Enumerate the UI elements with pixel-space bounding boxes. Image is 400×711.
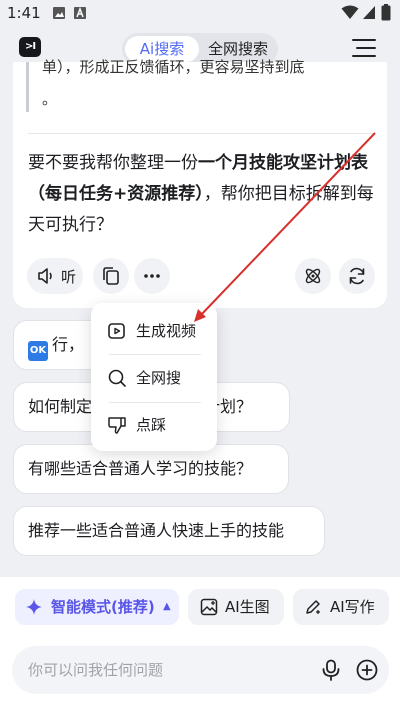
thumb-down-icon [108, 417, 126, 434]
caret-up-icon: ▲ [163, 601, 171, 612]
battery-icon [381, 4, 391, 21]
atom-button[interactable] [295, 258, 331, 294]
ai-message: 要不要我帮你整理一份一个月技能攻坚计划表（每日任务+资源推荐），帮你把目标拆解到… [28, 148, 378, 241]
menu-item-label: 点踩 [136, 416, 167, 434]
copy-icon [103, 267, 119, 285]
a-letter-icon [73, 6, 87, 20]
image-gen-icon [200, 598, 218, 616]
quote-bar [26, 62, 29, 112]
regenerate-button[interactable] [339, 258, 375, 294]
listen-label: 听 [61, 268, 77, 286]
wifi-icon [341, 5, 359, 20]
menu-icon[interactable] [352, 38, 376, 58]
menu-item-web-search[interactable]: 全网搜 [91, 358, 217, 398]
more-button[interactable] [134, 258, 170, 294]
status-time: 1:41 [7, 4, 41, 22]
listen-button[interactable]: 听 [27, 258, 83, 294]
smart-mode-button[interactable]: 智能模式(推荐) ▲ [15, 589, 179, 625]
video-play-icon [108, 323, 125, 339]
speaker-icon [37, 267, 57, 285]
app-logo[interactable]: >I [19, 37, 41, 57]
pen-icon [306, 600, 320, 614]
quote-text-end: 。 [42, 90, 58, 108]
image-icon [52, 6, 66, 20]
menu-divider [109, 354, 201, 355]
add-circle-icon[interactable] [356, 659, 378, 681]
more-icon [144, 274, 160, 278]
copy-button[interactable] [93, 258, 129, 294]
menu-item-dislike[interactable]: 点踩 [91, 405, 217, 445]
quote-text-line: 单），形成正反馈循环，更容易坚持到底 [42, 58, 305, 76]
suggestion-chip[interactable]: 有哪些适合普通人学习的技能？ [13, 444, 289, 494]
ai-image-label: AI生图 [225, 598, 270, 616]
signal-icon [362, 5, 376, 20]
more-actions-popup: 生成视频 全网搜 点踩 [91, 303, 217, 451]
mic-icon[interactable] [320, 659, 342, 681]
message-text-1: 要不要我帮你整理一份 [28, 153, 198, 173]
search-icon [108, 369, 126, 387]
ai-image-button[interactable]: AI生图 [188, 589, 284, 625]
menu-item-generate-video[interactable]: 生成视频 [91, 311, 217, 351]
suggestion-chip[interactable]: 推荐一些适合普通人快速上手的技能 [13, 506, 325, 556]
refresh-icon [349, 267, 365, 285]
menu-item-label: 生成视频 [136, 322, 197, 340]
sparkle-icon [26, 599, 42, 615]
menu-item-label: 全网搜 [136, 369, 182, 387]
status-bar: 1:41 [0, 0, 400, 30]
ai-write-button[interactable]: AI写作 [293, 589, 389, 625]
ai-write-label: AI写作 [330, 598, 375, 616]
menu-divider [109, 402, 201, 403]
suggestion-text: 行， [52, 335, 85, 354]
ok-badge: OK [28, 341, 48, 361]
divider [28, 133, 374, 134]
smart-mode-label: 智能模式(推荐) [51, 598, 155, 616]
atom-icon [305, 268, 321, 284]
